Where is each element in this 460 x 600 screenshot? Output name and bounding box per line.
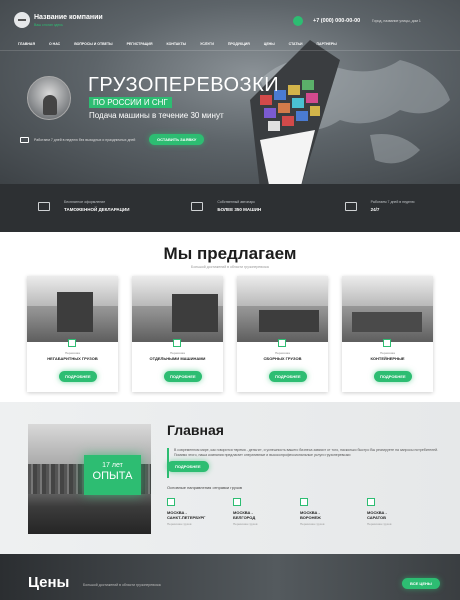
service-card[interactable]: Перевозка СБОРНЫХ ГРУЗОВ ПОДРОБНЕЕ (237, 276, 328, 392)
checkbox-icon (173, 339, 181, 347)
feature-caption: Работаем 7 дней в неделю (370, 200, 415, 204)
feature-title: ТАМОЖЕННОЙ ДЕКЛАРАЦИИ (64, 207, 130, 212)
card-caption: Перевозка (380, 351, 395, 355)
prices-subtitle: Большой достижений в области грузоперево… (83, 583, 161, 587)
checkbox-icon (278, 339, 286, 347)
checkbox-icon (233, 498, 241, 506)
card-more-button[interactable]: ПОДРОБНЕЕ (164, 371, 202, 382)
nav-item-articles[interactable]: СТАТЬИ (289, 42, 303, 46)
logo-icon[interactable] (14, 12, 30, 28)
card-caption: Перевозка (275, 351, 290, 355)
ship-image (250, 40, 340, 184)
route-item: МОСКВА - САНКТ-ПЕТЕРБУРГ Перевозка грузо… (167, 498, 227, 526)
route-to: ВОРОНЕЖ (300, 515, 321, 520)
nav-item-contacts[interactable]: КОНТАКТЫ (166, 42, 186, 46)
nav-item-services[interactable]: УСЛУГИ (200, 42, 214, 46)
checkbox-icon (367, 498, 375, 506)
route-note: Перевозка грузов (167, 522, 192, 526)
request-button[interactable]: ОСТАВИТЬ ЗАЯВКУ (149, 134, 205, 145)
hero-subtitle: ПО РОССИИ И СНГ (89, 97, 172, 108)
main-more-button[interactable]: ПОДРОБНЕЕ (167, 461, 209, 472)
route-item: МОСКВА - БЕЛГОРОД Перевозка грузов (233, 498, 293, 526)
card-title: НЕГАБАРИТНЫХ ГРУЗОВ (47, 356, 98, 361)
directions-title: Основные направления отправки грузов (167, 485, 243, 490)
route-item: МОСКВА - САРАТОВ Перевозка грузов (367, 498, 427, 526)
card-more-button[interactable]: ПОДРОБНЕЕ (374, 371, 412, 382)
nav-item-partners[interactable]: ПАРТНЕРЫ (317, 42, 337, 46)
nav-divider (0, 50, 460, 51)
route-to: БЕЛГОРОД (233, 515, 256, 520)
route-note: Перевозка грузов (233, 522, 258, 526)
feature-caption: Собственный автопарк (217, 200, 255, 204)
nav-item-products[interactable]: ПРОДУКЦИЯ (228, 42, 250, 46)
main-section: 17 лет ОПЫТА Главная В современном мире,… (0, 402, 460, 554)
address-text: Город, название улицы, дом 1 (372, 19, 421, 23)
service-image (132, 276, 223, 342)
service-image (237, 276, 328, 342)
card-title: КОНТЕЙНЕРНЫЕ (370, 356, 405, 361)
nav-item-about[interactable]: О НАС (49, 42, 60, 46)
feature-item: Собственный автопарк БОЛЕЕ 350 МАШИН (191, 184, 306, 232)
service-image (27, 276, 118, 342)
calendar-icon (20, 137, 29, 143)
offer-subtitle: Большой достижений в области грузоперево… (191, 265, 269, 269)
phone-icon (293, 16, 303, 26)
main-text: В современном мире, как говорится «время… (174, 448, 438, 457)
checkbox-icon (68, 339, 76, 347)
experience-years: 17 лет (102, 462, 123, 469)
route-to: САНКТ-ПЕТЕРБУРГ (167, 515, 206, 520)
feature-title: БОЛЕЕ 350 МАШИН (217, 207, 262, 212)
hero-title: ГРУЗОПЕРЕВОЗКИ (88, 74, 280, 96)
checkbox-icon (167, 498, 175, 506)
nav-item-prices[interactable]: ЦЕНЫ (264, 42, 275, 46)
service-card[interactable]: Перевозка КОНТЕЙНЕРНЫЕ ПОДРОБНЕЕ (342, 276, 433, 392)
top-bar: Название компании Ваш слоган здесь +7 (0… (0, 0, 460, 40)
card-more-button[interactable]: ПОДРОБНЕЕ (59, 371, 97, 382)
feature-item: Работаем 7 дней в неделю 24/7 (344, 184, 460, 232)
main-title: Главная (167, 422, 224, 438)
feature-title: 24/7 (370, 207, 380, 212)
card-title: СБОРНЫХ ГРУЗОВ (263, 356, 302, 361)
experience-badge: 17 лет ОПЫТА (84, 455, 141, 495)
feature-caption: Бесплатное оформление (64, 200, 106, 204)
nav-item-register[interactable]: РЕГИСТРАЦИЯ (127, 42, 153, 46)
features-bar: Бесплатное оформление ТАМОЖЕННОЙ ДЕКЛАРА… (0, 184, 460, 232)
card-caption: Перевозка (65, 351, 80, 355)
route-note: Перевозка грузов (367, 522, 392, 526)
checkbox-icon (383, 339, 391, 347)
experience-label: ОПЫТА (92, 470, 133, 482)
prices-title: Цены (28, 574, 70, 591)
all-prices-button[interactable]: ВСЕ ЦЕНЫ (402, 578, 440, 589)
nav-item-home[interactable]: ГЛАВНАЯ (18, 42, 35, 46)
hero-section: Название компании Ваш слоган здесь +7 (0… (0, 0, 460, 184)
phone-number[interactable]: +7 (000) 000-00-00 (313, 18, 360, 24)
clock-icon (344, 202, 357, 211)
hero-description: Подача машины в течение 30 минут (89, 111, 224, 120)
route-to: САРАТОВ (367, 515, 387, 520)
prices-section: Цены Большой достижений в области грузоп… (0, 554, 460, 600)
service-card[interactable]: Перевозка ОТДЕЛЬНЫМИ МАШИНАМИ ПОДРОБНЕЕ (132, 276, 223, 392)
checkbox-icon (300, 498, 308, 506)
feature-item: Бесплатное оформление ТАМОЖЕННОЙ ДЕКЛАРА… (38, 184, 153, 232)
company-name[interactable]: Название компании (34, 14, 103, 21)
hero-small-text: Работаем 7 дней в неделю без выходных и … (34, 138, 136, 142)
card-title: ОТДЕЛЬНЫМИ МАШИНАМИ (149, 356, 206, 361)
avatar (27, 76, 71, 120)
route-item: МОСКВА - ВОРОНЕЖ Перевозка грузов (300, 498, 360, 526)
card-more-button[interactable]: ПОДРОБНЕЕ (269, 371, 307, 382)
slogan: Ваш слоган здесь (34, 23, 63, 27)
service-image (342, 276, 433, 342)
truck-icon (191, 202, 204, 211)
nav-item-faq[interactable]: ВОПРОСЫ И ОТВЕТЫ (74, 42, 112, 46)
service-card[interactable]: Перевозка НЕГАБАРИТНЫХ ГРУЗОВ ПОДРОБНЕЕ (27, 276, 118, 392)
route-note: Перевозка грузов (300, 522, 325, 526)
offer-section: Мы предлагаем Большой достижений в облас… (0, 232, 460, 402)
document-icon (38, 202, 50, 211)
card-caption: Перевозка (170, 351, 185, 355)
offer-title: Мы предлагаем (163, 244, 297, 263)
main-nav: ГЛАВНАЯ О НАС ВОПРОСЫ И ОТВЕТЫ РЕГИСТРАЦ… (18, 42, 351, 46)
